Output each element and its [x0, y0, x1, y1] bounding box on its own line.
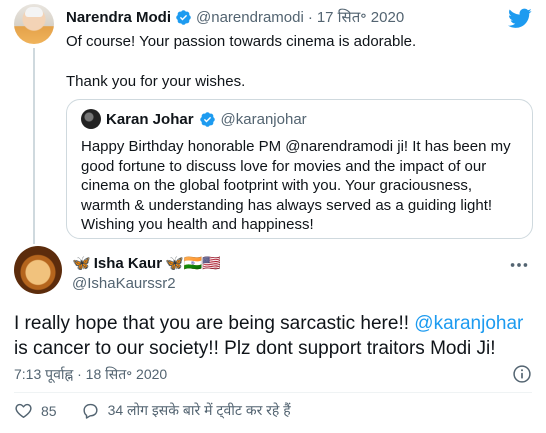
tweet2-author-name-row[interactable]: 🦋 Isha Kaur 🦋🇮🇳🇺🇸 — [72, 254, 222, 273]
tweet2-text: I really hope that you are being sarcast… — [14, 311, 534, 361]
reply-conversation-link[interactable]: 34 लोग इसके बारे में ट्वीट कर रहे हैं — [81, 401, 291, 420]
tweet2-actions-bar: 85 34 लोग इसके बारे में ट्वीट कर रहे हैं — [14, 401, 291, 420]
tweet1-text-line2: Thank you for your wishes. — [66, 73, 246, 90]
tweet2-date[interactable]: 18 सित॰ 2020 — [86, 366, 168, 382]
verified-badge-icon — [199, 111, 215, 127]
tweet2-name-emoji-prefix: 🦋 — [72, 255, 91, 272]
verified-badge-icon — [176, 9, 191, 25]
thread-connector-line — [33, 48, 35, 244]
info-icon[interactable] — [512, 364, 532, 384]
heart-icon — [15, 403, 32, 418]
avatar-isha-kaur[interactable] — [14, 246, 62, 294]
tweet1-author-handle[interactable]: @narendramodi — [196, 9, 304, 26]
comment-icon — [83, 403, 98, 419]
quoted-tweet-text: Happy Birthday honorable PM @narendramod… — [81, 138, 511, 233]
divider — [14, 392, 532, 393]
tweet1-text-line1: Of course! Your passion towards cinema i… — [66, 33, 417, 50]
tweet1-header: Narendra Modi @narendramodi · 17 सित॰ 20… — [66, 7, 404, 27]
avatar-narendra-modi[interactable] — [14, 4, 54, 44]
tweet2-author-name[interactable]: Isha Kaur — [94, 255, 162, 272]
tweet1-text: Of course! Your passion towards cinema i… — [66, 32, 526, 92]
quoted-tweet-card[interactable]: Karan Johar @karanjohar Happy Birthday h… — [66, 99, 533, 239]
tweet2-time[interactable]: 7:13 पूर्वाह्न — [14, 366, 73, 382]
tweet2-author-handle[interactable]: @IshaKaurssr2 — [72, 275, 176, 292]
quoted-tweet-author-name: Karan Johar — [106, 110, 194, 128]
tweet1-separator: · — [307, 8, 313, 26]
twitter-bird-icon[interactable] — [508, 6, 532, 30]
tweet1-author-name[interactable]: Narendra Modi — [66, 9, 171, 26]
more-options-icon[interactable] — [508, 254, 530, 276]
tweet2-separator: · — [77, 366, 82, 382]
tweet1-date[interactable]: 17 सित॰ 2020 — [317, 7, 404, 27]
tweet2-text-part2: is cancer to our society!! Plz dont supp… — [14, 338, 496, 359]
tweet2-timestamp[interactable]: 7:13 पूर्वाह्न · 18 सित॰ 2020 — [14, 365, 167, 384]
quoted-tweet-header: Karan Johar @karanjohar — [81, 109, 307, 129]
reply-label: 34 लोग इसके बारे में ट्वीट कर रहे हैं — [107, 402, 291, 418]
tweet2-text-part1: I really hope that you are being sarcast… — [14, 313, 415, 334]
avatar-karan-johar — [81, 109, 101, 129]
like-button[interactable]: 85 — [14, 401, 57, 420]
tweet2-name-emoji-suffix: 🦋🇮🇳🇺🇸 — [165, 255, 222, 272]
quoted-tweet-author-handle: @karanjohar — [220, 110, 307, 128]
like-count: 85 — [41, 402, 57, 419]
tweet2-mention-link[interactable]: @karanjohar — [414, 313, 523, 334]
